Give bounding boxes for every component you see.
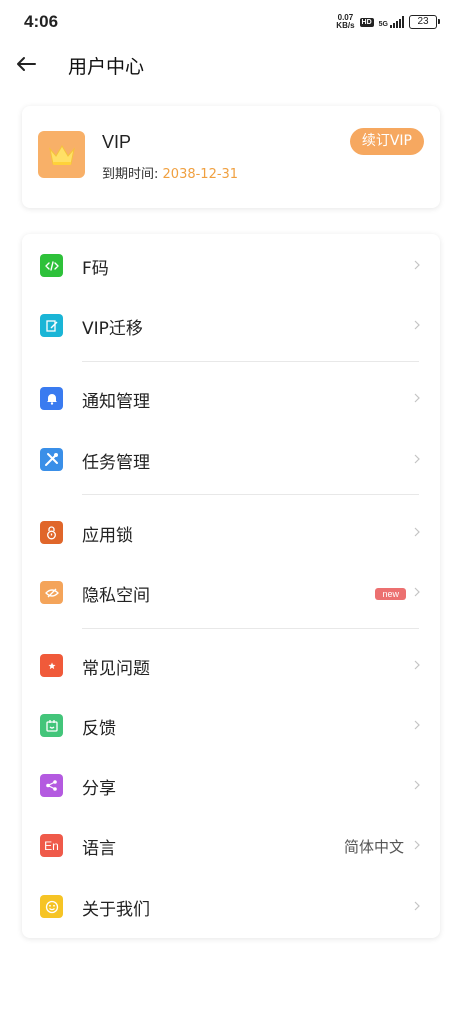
menu-item-task-manager[interactable]: 任务管理	[22, 429, 440, 489]
expiry-label: 到期时间:	[102, 167, 159, 182]
status-bar: 4:06 0.07 KB/s HD 5G 23	[0, 0, 461, 44]
crown-icon	[38, 131, 85, 178]
menu-item-feedback[interactable]: 反馈	[22, 695, 440, 755]
signal-icon: 5G	[379, 16, 404, 28]
menu-item-label: 分享	[82, 779, 116, 799]
chevron-right-icon	[412, 587, 422, 597]
menu-item-about[interactable]: 关于我们	[22, 876, 440, 936]
page-title: 用户中心	[68, 56, 145, 78]
chevron-right-icon	[412, 260, 422, 270]
status-time: 4:06	[24, 12, 59, 31]
share-icon	[40, 774, 63, 797]
chevron-right-icon	[412, 840, 422, 850]
network-speed: 0.07 KB/s	[336, 14, 354, 30]
star-icon	[40, 654, 63, 677]
divider	[82, 361, 419, 362]
renew-vip-button[interactable]: 续订VIP	[349, 128, 424, 155]
chevron-right-icon	[412, 660, 422, 670]
divider	[82, 628, 419, 629]
hd-icon: HD	[359, 17, 374, 27]
menu-item-notification[interactable]: 通知管理	[22, 368, 440, 428]
menu-item-label: 常见问题	[82, 659, 150, 679]
chevron-right-icon	[412, 780, 422, 790]
signal-label: 5G	[378, 21, 388, 28]
chevron-right-icon	[412, 393, 422, 403]
menu-item-app-lock[interactable]: 应用锁	[22, 502, 440, 562]
menu-item-label: 任务管理	[82, 453, 150, 473]
menu-item-label: 通知管理	[82, 392, 150, 412]
back-button[interactable]	[12, 50, 40, 78]
battery-icon: 23	[409, 15, 440, 29]
menu-item-faq[interactable]: 常见问题	[22, 635, 440, 695]
menu-item-label: 关于我们	[82, 900, 150, 920]
menu-item-label: 语言	[82, 839, 116, 859]
bell-icon	[40, 387, 63, 410]
menu-item-language[interactable]: En 语言 简体中文	[22, 815, 440, 875]
vip-expiry: 到期时间: 2038-12-31	[102, 163, 238, 182]
chevron-right-icon	[412, 527, 422, 537]
menu-item-label: 反馈	[82, 719, 116, 739]
vip-migrate-icon	[40, 314, 63, 337]
menu-item-f-code[interactable]: F码	[22, 235, 440, 295]
eye-off-icon	[40, 581, 63, 604]
menu-item-label: VIP迁移	[82, 319, 143, 339]
menu-item-label: F码	[82, 259, 109, 279]
lock-icon	[40, 521, 63, 544]
menu-item-vip-migrate[interactable]: VIP迁移	[22, 295, 440, 355]
menu-item-label: 隐私空间	[82, 586, 150, 606]
new-badge: new	[375, 588, 406, 600]
chevron-right-icon	[412, 320, 422, 330]
language-icon: En	[40, 834, 63, 857]
feedback-icon	[40, 714, 63, 737]
network-speed-unit: KB/s	[336, 21, 355, 30]
menu-item-private-space[interactable]: 隐私空间 new	[22, 562, 440, 622]
status-icons: 0.07 KB/s HD 5G 23	[336, 14, 440, 30]
chevron-right-icon	[412, 720, 422, 730]
language-value: 简体中文	[343, 838, 404, 856]
expiry-date: 2038-12-31	[162, 167, 239, 182]
menu-card: F码 VIP迁移 通知管理 任务管理 应用锁 隐私空间 new 常见问题 反馈 …	[22, 234, 440, 938]
menu-item-label: 应用锁	[82, 526, 133, 546]
chevron-right-icon	[412, 454, 422, 464]
divider	[82, 494, 419, 495]
chevron-right-icon	[412, 901, 422, 911]
tools-icon	[40, 448, 63, 471]
vip-card: VIP 到期时间: 2038-12-31 续订VIP	[22, 106, 440, 208]
f-code-icon	[40, 254, 63, 277]
smile-icon	[40, 895, 63, 918]
header: 用户中心	[0, 44, 461, 88]
arrow-left-icon	[17, 57, 36, 71]
vip-name: VIP	[102, 132, 132, 152]
menu-item-share[interactable]: 分享	[22, 755, 440, 815]
